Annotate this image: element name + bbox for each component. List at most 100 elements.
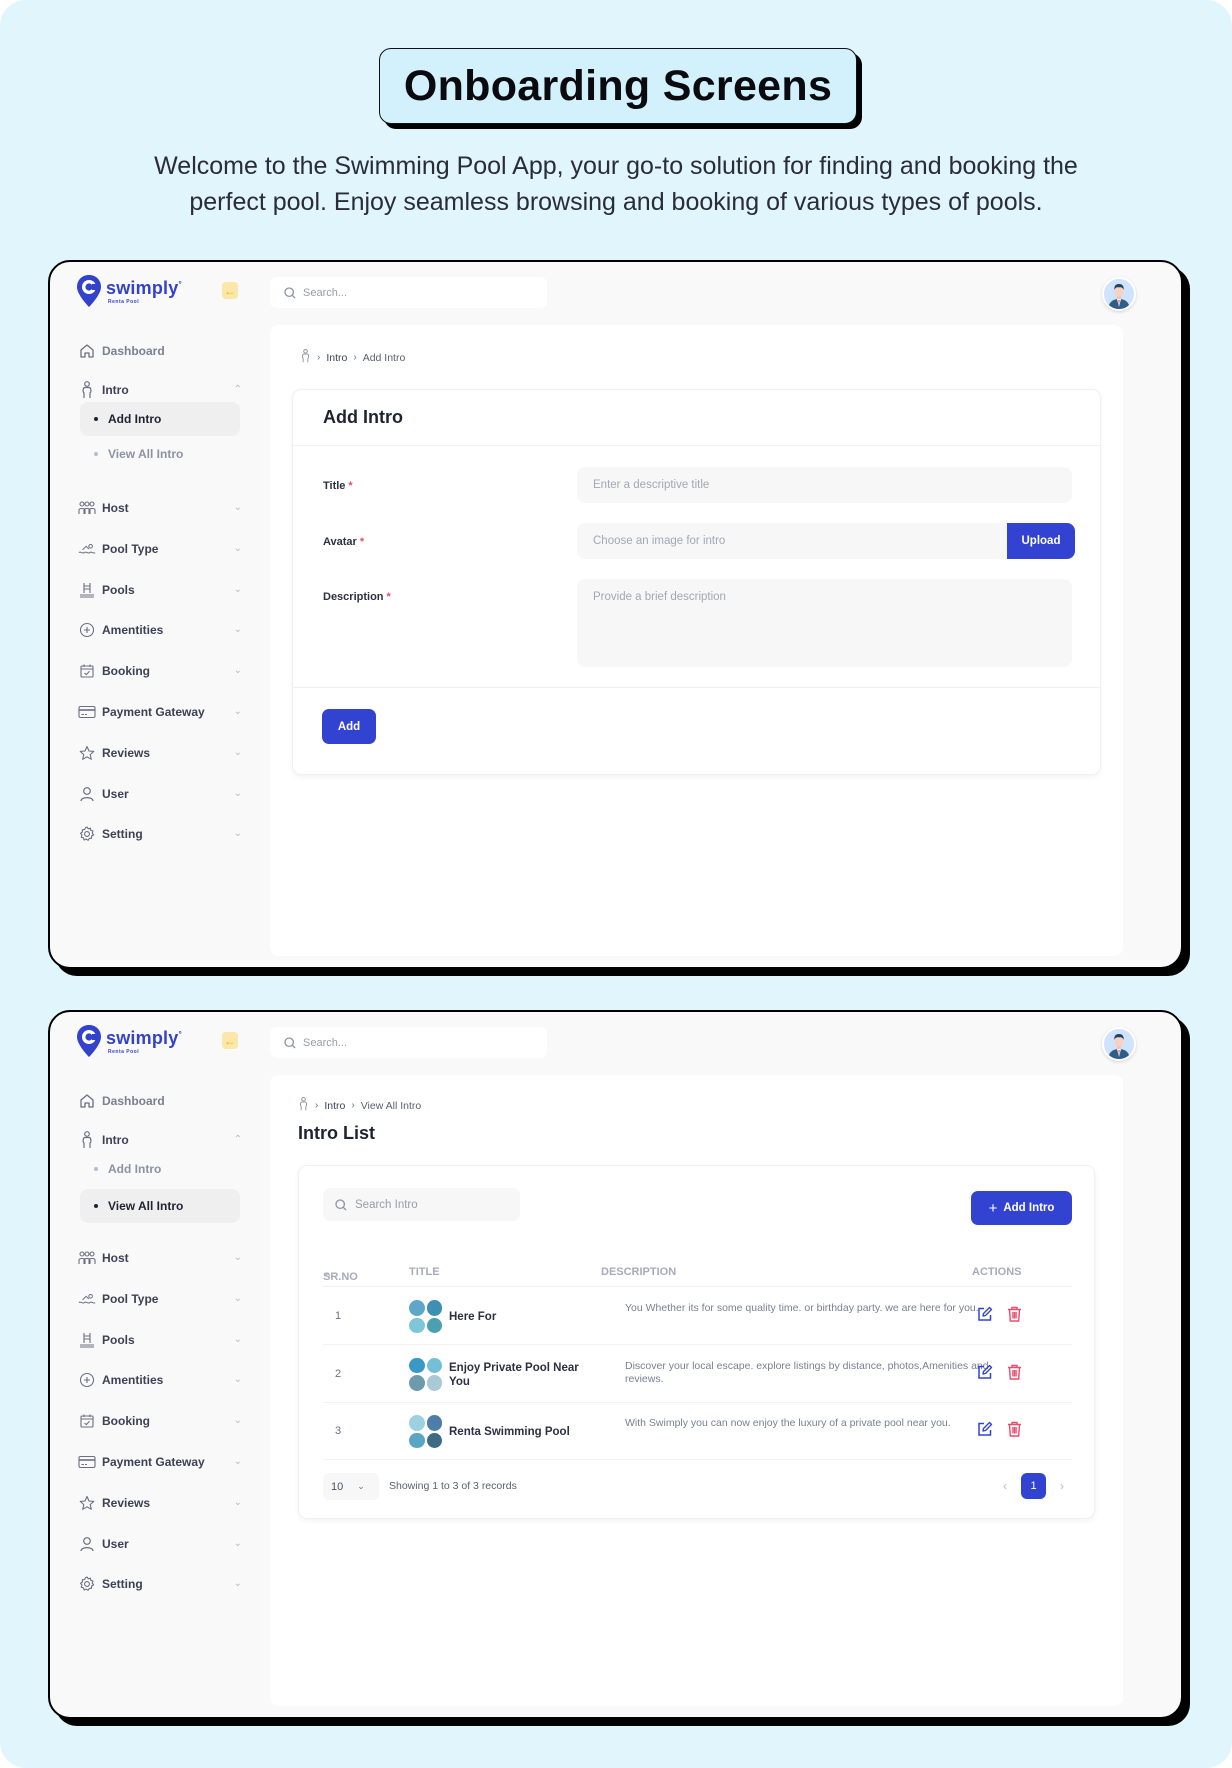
sidebar-subitem-view-all-intro[interactable]: View All Intro <box>80 437 240 471</box>
chevron-down-icon: ⌄ <box>233 787 242 799</box>
add-button[interactable]: Add <box>322 709 376 744</box>
calendar-check-icon <box>78 1412 96 1430</box>
add-intro-button-label: Add Intro <box>1003 1202 1055 1214</box>
prev-page-button[interactable]: ‹ <box>995 1479 1015 1493</box>
sidebar-item-payment-gateway[interactable]: Payment Gateway ⌄ <box>78 697 242 727</box>
sidebar-item-user[interactable]: User ⌄ <box>78 1529 242 1559</box>
chevron-down-icon: ⌄ <box>233 1252 242 1263</box>
trash-icon[interactable] <box>1007 1306 1022 1327</box>
sidebar-item-reviews[interactable]: Reviews ⌄ <box>78 738 242 768</box>
home-icon <box>78 1092 96 1110</box>
chevron-down-icon: ⌄ <box>233 746 242 758</box>
global-search[interactable] <box>270 1027 547 1058</box>
collapse-sidebar-button[interactable]: ← <box>222 282 238 299</box>
intro-thumbnail <box>409 1415 442 1448</box>
group-icon <box>78 1249 96 1267</box>
sidebar-item-booking[interactable]: Booking ⌄ <box>78 1406 242 1436</box>
trash-icon[interactable] <box>1007 1364 1022 1385</box>
page-size-select[interactable]: 10 ⌄ <box>323 1473 379 1500</box>
sidebar-subitem-add-intro[interactable]: Add Intro <box>80 402 240 436</box>
sidebar-item-booking[interactable]: Booking ⌄ <box>78 656 242 686</box>
chevron-down-icon: ⌄ <box>233 1456 242 1467</box>
global-search[interactable] <box>270 277 547 308</box>
sidebar-item-payment-gateway[interactable]: Payment Gateway ⌄ <box>78 1447 242 1477</box>
sidebar-item-label: Intro <box>102 383 129 397</box>
sidebar-item-pool-type[interactable]: Pool Type ⌄ <box>78 1284 242 1314</box>
sidebar-item-intro[interactable]: Intro ⌃ <box>78 375 242 405</box>
add-intro-button[interactable]: + Add Intro <box>971 1191 1072 1225</box>
intro-table-card: + Add Intro SR.NO ⌃ TITLE DESCRIPTION AC… <box>298 1165 1095 1519</box>
sidebar-item-setting[interactable]: Setting ⌄ <box>78 819 242 849</box>
sidebar-item-dashboard[interactable]: Dashboard <box>78 1086 242 1116</box>
avatar-file-input[interactable] <box>577 523 1007 559</box>
person-icon <box>78 381 96 399</box>
user-avatar[interactable] <box>1102 277 1136 311</box>
plus-icon: + <box>988 1199 998 1217</box>
sidebar-item-label: Setting <box>102 827 143 842</box>
sidebar-item-amentities[interactable]: Amentities ⌄ <box>78 1365 242 1395</box>
sidebar-item-label: Reviews <box>102 745 151 760</box>
person-icon <box>78 1131 96 1149</box>
sidebar-item-host[interactable]: Host ⌄ <box>78 493 242 523</box>
user-avatar[interactable] <box>1102 1027 1136 1061</box>
chevron-down-icon: ⌄ <box>233 706 242 717</box>
logo-name: swimply° <box>106 278 182 298</box>
sidebar-item-amentities[interactable]: Amentities ⌄ <box>78 615 242 645</box>
logo[interactable]: swimply° Renta Pool <box>76 274 182 308</box>
sidebar-item-setting[interactable]: Setting ⌄ <box>78 1569 242 1599</box>
chevron-down-icon: ⌄ <box>233 624 242 636</box>
swimmer-icon <box>78 540 96 558</box>
search-icon <box>335 1198 347 1210</box>
sidebar-item-pool-type[interactable]: Pool Type ⌄ <box>78 534 242 564</box>
sidebar-item-reviews[interactable]: Reviews ⌄ <box>78 1488 242 1518</box>
sidebar-item-pools[interactable]: Pools ⌄ <box>78 575 242 605</box>
upload-button[interactable]: Upload <box>1007 523 1075 559</box>
sidebar-subitem-view-all-intro[interactable]: View All Intro <box>80 1189 240 1223</box>
sort-asc-icon: ⌃ <box>323 1272 333 1284</box>
chevron-down-icon: ⌄ <box>357 1481 365 1491</box>
sidebar-item-intro[interactable]: Intro ⌃ <box>78 1125 242 1155</box>
edit-icon[interactable] <box>977 1421 993 1442</box>
global-search-input[interactable] <box>303 1036 533 1049</box>
intro-thumbnail <box>409 1357 442 1391</box>
description-textarea[interactable] <box>577 579 1072 667</box>
title-input[interactable] <box>577 467 1072 503</box>
chevron-down-icon: ⌄ <box>233 1496 242 1508</box>
chevron-right-icon: › <box>317 352 321 363</box>
breadcrumb-item[interactable]: Intro <box>324 1100 345 1112</box>
sidebar-item-host[interactable]: Host ⌄ <box>78 1243 242 1273</box>
bullet-icon <box>94 417 98 421</box>
sidebar-item-user[interactable]: User ⌄ <box>78 779 242 809</box>
edit-icon[interactable] <box>977 1306 993 1327</box>
breadcrumb: › Intro › View All Intro <box>298 1095 421 1116</box>
chevron-up-icon: ⌃ <box>233 384 242 395</box>
arrow-left-icon: ← <box>224 1033 236 1048</box>
logo[interactable]: swimply° Renta Pool <box>76 1024 182 1058</box>
chevron-up-icon: ⌃ <box>233 1134 242 1145</box>
sidebar-item-pools[interactable]: Pools ⌄ <box>78 1325 242 1355</box>
row-description: With Swimply you can now enjoy the luxur… <box>625 1417 951 1429</box>
chevron-down-icon: ⌄ <box>233 1578 242 1590</box>
edit-icon[interactable] <box>977 1364 993 1385</box>
sidebar-subitem-add-intro[interactable]: Add Intro <box>80 1152 240 1186</box>
column-header-title: TITLE <box>409 1266 440 1278</box>
column-header-description: DESCRIPTION <box>601 1266 677 1278</box>
table-row: 3 Renta Swimming Pool With Swimply you can… <box>323 1403 1072 1460</box>
person-icon <box>298 1095 309 1116</box>
next-page-button[interactable]: › <box>1052 1479 1072 1493</box>
sidebar-subitem-label: View All Intro <box>108 447 184 461</box>
sidebar-item-label: Intro <box>102 1133 129 1147</box>
sidebar-item-label: Pools <box>102 582 135 597</box>
breadcrumb-item[interactable]: Intro <box>326 352 347 364</box>
collapse-sidebar-button[interactable]: ← <box>222 1032 238 1049</box>
sidebar-item-dashboard[interactable]: Dashboard <box>78 336 242 366</box>
intro-search-input[interactable] <box>355 1198 515 1211</box>
pool-ladder-icon <box>78 1331 96 1349</box>
chevron-down-icon: ⌄ <box>233 828 242 840</box>
global-search-input[interactable] <box>303 286 533 299</box>
sidebar-item-label: Payment Gateway <box>102 705 205 719</box>
person-icon <box>300 347 311 368</box>
intro-search[interactable] <box>323 1188 520 1221</box>
page-button-current[interactable]: 1 <box>1021 1473 1046 1499</box>
trash-icon[interactable] <box>1007 1421 1022 1442</box>
